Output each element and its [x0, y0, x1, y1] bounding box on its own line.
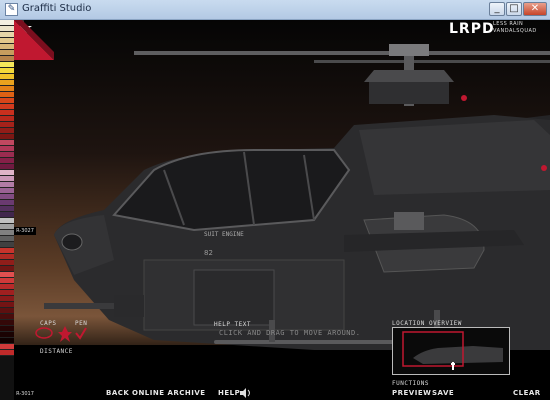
nose-text: SUIT ENGINE — [204, 231, 244, 238]
engine-cowl-top — [369, 82, 449, 104]
help-title: HELP TEXT — [214, 321, 252, 328]
functions-label: FUNCTIONS — [392, 380, 430, 387]
distance-slider[interactable] — [14, 20, 54, 60]
overview-thumbnail — [393, 328, 509, 374]
code-label-top: R-3027 — [14, 227, 36, 235]
hull-number: 82 — [204, 249, 213, 257]
save-button[interactable]: SAVE — [432, 389, 454, 397]
overview-label: LOCATION OVERVIEW — [392, 320, 462, 327]
rotor-hub — [389, 44, 429, 56]
maximize-button[interactable]: □ — [506, 2, 522, 16]
close-button[interactable]: ✕ — [523, 2, 547, 16]
side-light — [541, 165, 547, 171]
location-overview[interactable] — [392, 327, 510, 375]
canvas-stage[interactable]: SUIT ENGINE 82 LRPD LESS RAIN VANDALSQUA… — [14, 20, 550, 400]
rotor-swashplate — [364, 70, 454, 82]
minimize-button[interactable]: _ — [489, 2, 505, 16]
rotor-blade — [134, 51, 550, 55]
engine-housing — [359, 120, 550, 195]
logo-sub-line2: VANDALSQUAD — [493, 28, 537, 34]
code-label-bottom: R-3017 — [14, 390, 36, 398]
clear-button[interactable]: CLEAR — [513, 389, 541, 397]
beacon-light — [461, 95, 467, 101]
distance-label: DISTANCE — [40, 348, 73, 355]
cap-select-icon[interactable] — [58, 326, 72, 342]
window-titlebar: ✎ Graffiti Studio _ □ ✕ — [0, 0, 550, 20]
rocket-launcher — [394, 212, 424, 230]
preview-button[interactable]: PREVIEW — [392, 389, 431, 397]
back-button[interactable]: BACK — [106, 389, 129, 397]
pen-icon[interactable] — [74, 326, 88, 340]
color-palette — [0, 20, 14, 400]
logo-subtitle: LESS RAIN VANDALSQUAD — [493, 21, 537, 35]
logo-sub-line1: LESS RAIN — [493, 21, 524, 27]
color-swatch[interactable] — [0, 350, 14, 356]
rotor-blade-rear — [314, 60, 550, 63]
help-button[interactable]: HELP — [218, 389, 240, 397]
logo-text: LRPD — [449, 21, 495, 37]
app-icon: ✎ — [5, 3, 18, 16]
online-archive-button[interactable]: ONLINE ARCHIVE — [132, 389, 206, 397]
speaker-icon[interactable] — [240, 388, 252, 398]
sensor-turret — [61, 233, 83, 251]
access-door — [193, 269, 275, 326]
caps-icon[interactable] — [34, 326, 54, 340]
gun-turret — [114, 295, 144, 317]
window-title: Graffiti Studio — [22, 3, 92, 14]
help-text: CLICK AND DRAG TO MOVE AROUND. — [219, 329, 361, 337]
